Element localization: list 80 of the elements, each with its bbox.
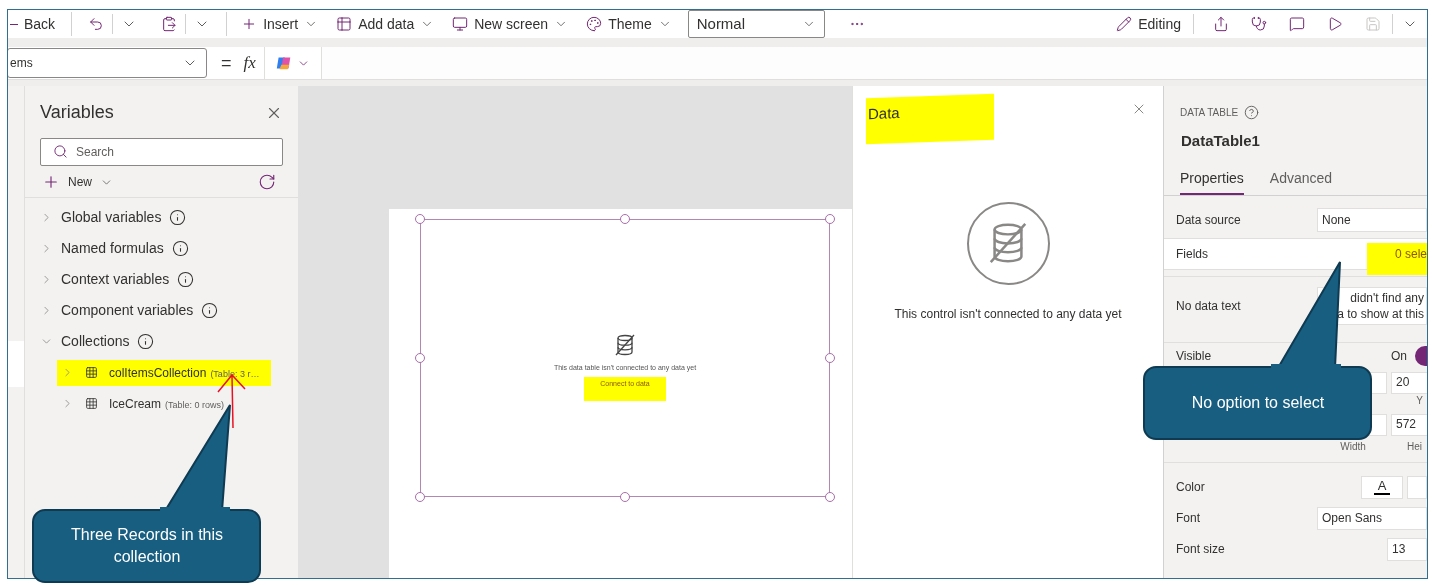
tree-group[interactable]: Global variables (25, 202, 298, 233)
save-icon (1365, 16, 1381, 32)
refresh-icon (258, 173, 276, 191)
toolbar-menu-button[interactable]: New screen (446, 10, 575, 38)
screen-icon (452, 16, 469, 32)
palette-icon (586, 16, 603, 32)
undo-icon (88, 16, 105, 32)
panel-tab[interactable]: Advanced (1269, 167, 1333, 195)
collapsed-panel-strip (8, 341, 24, 387)
clipboard-icon (161, 16, 178, 32)
info-icon (201, 302, 219, 319)
property-label: Fields (1176, 245, 1209, 263)
field-caption: Hei (1406, 439, 1422, 454)
control-name: DataTable1 (1180, 131, 1261, 151)
table-icon (85, 366, 98, 379)
callout-text: No option to select (1191, 393, 1325, 413)
toolbar-menu-button[interactable]: Add data (330, 10, 441, 38)
search-icon (53, 144, 68, 159)
field-caption: Y (1416, 393, 1423, 408)
table-icon (85, 397, 98, 410)
info-icon (177, 271, 195, 288)
property-label: Visible (1176, 348, 1213, 365)
property-label: Data source (1176, 211, 1242, 229)
comment-icon (1289, 16, 1305, 32)
resize-handle[interactable] (415, 353, 425, 363)
panel-title: Data (866, 93, 994, 144)
font-size-field[interactable]: 13 (1387, 537, 1427, 561)
panel-title: Variables (40, 101, 114, 124)
help-icon (1244, 105, 1260, 120)
toolbar-menu-button[interactable]: Theme (580, 10, 678, 38)
screen-size-dropdown[interactable]: Normal (687, 10, 825, 38)
share-icon (1213, 16, 1229, 32)
toolbar-menu-button[interactable]: Insert (235, 10, 325, 38)
text-color-button[interactable]: A (1361, 475, 1403, 499)
resize-handle[interactable] (620, 214, 630, 224)
new-button[interactable]: New (42, 173, 113, 191)
property-label: Color (1176, 479, 1206, 496)
field-caption: Width (1340, 439, 1366, 454)
tree-group[interactable]: Named formulas (25, 233, 298, 264)
stethoscope-icon (1251, 16, 1267, 32)
fill-color-button[interactable] (1407, 475, 1427, 499)
tree-group[interactable]: Context variables (25, 264, 298, 295)
collection-item[interactable]: IceCream (Table: 0 rows) (57, 390, 237, 417)
info-icon (137, 333, 155, 350)
info-icon (169, 209, 187, 226)
data-source-dropdown[interactable]: None (1317, 207, 1427, 232)
editing-button[interactable]: Editing (1108, 13, 1189, 35)
resize-handle[interactable] (415, 214, 425, 224)
plus-icon (42, 173, 60, 191)
pencil-icon (1116, 16, 1133, 32)
back-button[interactable]: Back (8, 10, 64, 38)
play-icon (1327, 16, 1343, 32)
resize-handle[interactable] (825, 214, 835, 224)
resize-handle[interactable] (415, 492, 425, 502)
callout-text: Three Records in this collection (69, 525, 225, 567)
fields-link[interactable]: 0 sele (1366, 242, 1427, 275)
font-dropdown[interactable]: Open Sans (1317, 506, 1427, 530)
resize-handle[interactable] (620, 492, 630, 502)
resize-handle[interactable] (825, 492, 835, 502)
copilot-button[interactable] (263, 46, 322, 80)
info-icon (171, 240, 189, 257)
database-off-icon (613, 333, 637, 357)
property-label: Font size (1176, 541, 1226, 558)
property-label: No data text (1176, 298, 1242, 315)
fx-label: fx (243, 52, 256, 75)
property-dropdown[interactable]: ems (8, 48, 207, 78)
control-type-label: DATA TABLE (1180, 106, 1239, 120)
panel-tab[interactable]: Properties (1180, 167, 1244, 195)
tree-group[interactable]: Collections (25, 326, 298, 357)
search-field[interactable]: Search (40, 138, 283, 166)
property-label: Font (1176, 510, 1201, 527)
resize-handle[interactable] (825, 353, 835, 363)
equals-sign: = (221, 51, 232, 75)
tree-group[interactable]: Component variables (25, 295, 298, 326)
refresh-button[interactable] (258, 173, 276, 191)
empty-message: This control isn't connected to any data yet (894, 305, 1122, 323)
height-field[interactable]: 572 (1391, 413, 1427, 436)
toggle-label: On (1391, 348, 1407, 365)
y-field[interactable]: 20 (1391, 371, 1427, 394)
table-icon (336, 16, 353, 32)
